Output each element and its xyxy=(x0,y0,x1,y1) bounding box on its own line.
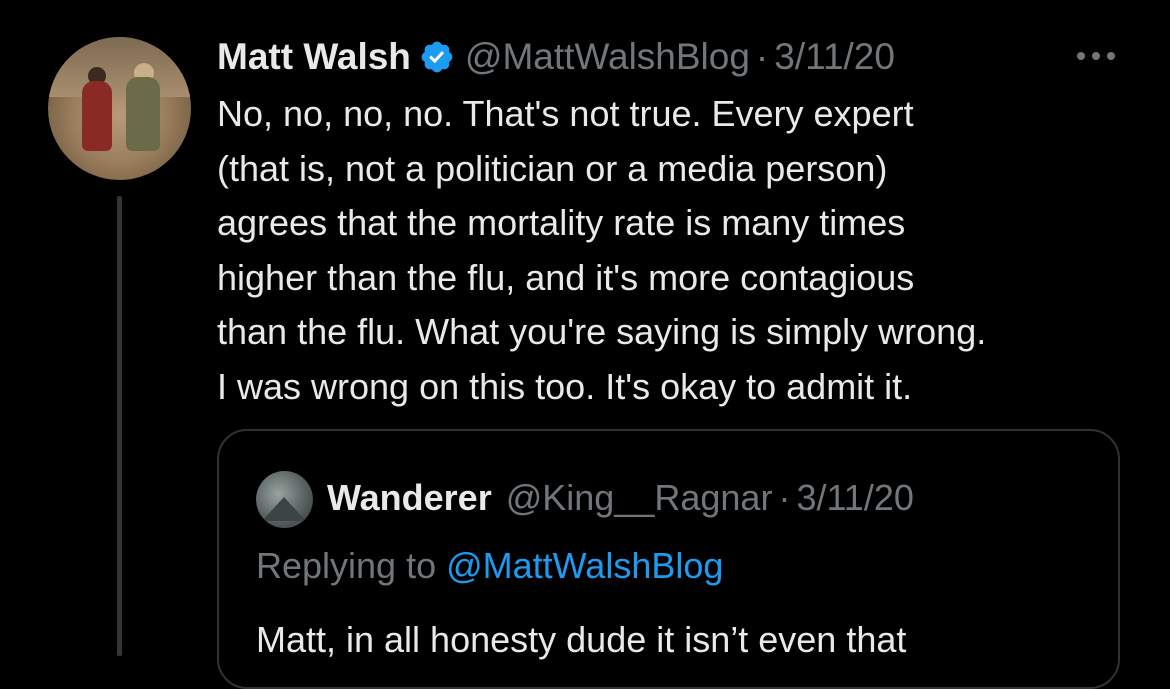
tweet-date[interactable]: 3/11/20 xyxy=(774,36,895,78)
author-avatar[interactable] xyxy=(48,37,191,180)
quoted-tweet-header: Wanderer @King__Ragnar · 3/11/20 xyxy=(327,473,914,523)
quoted-tweet-card[interactable]: Wanderer @King__Ragnar · 3/11/20 Replyin… xyxy=(217,429,1120,689)
quoted-header-separator: · xyxy=(778,477,791,518)
quoted-author-avatar[interactable] xyxy=(256,471,313,528)
header-separator: · xyxy=(755,36,769,77)
quoted-author-handle[interactable]: @King__Ragnar xyxy=(506,477,773,519)
thread-connector-line xyxy=(117,196,122,656)
avatar-figure xyxy=(82,81,112,151)
quoted-tweet-date[interactable]: 3/11/20 xyxy=(796,477,913,519)
tweet-text: No, no, no, no. That's not true. Every e… xyxy=(217,93,987,407)
tweet[interactable]: Matt Walsh @MattWalshBlog · 3/11/20 No, … xyxy=(0,0,1170,689)
tweet-header: Matt Walsh @MattWalshBlog · 3/11/20 xyxy=(217,32,895,82)
quoted-author-name[interactable]: Wanderer xyxy=(327,477,492,519)
avatar-figure xyxy=(126,77,160,151)
replying-to-mention[interactable]: @MattWalshBlog xyxy=(446,545,723,586)
more-horizontal-icon[interactable] xyxy=(1073,44,1119,68)
author-handle[interactable]: @MattWalshBlog xyxy=(465,36,750,78)
replying-to: Replying to @MattWalshBlog xyxy=(256,545,723,587)
avatar-mountain xyxy=(262,497,306,521)
verified-badge-icon xyxy=(421,41,453,73)
author-name[interactable]: Matt Walsh xyxy=(217,36,411,78)
replying-to-label: Replying to xyxy=(256,545,437,586)
quoted-tweet-text: Matt, in all honesty dude it isn’t even … xyxy=(256,619,907,660)
avatar-background xyxy=(48,37,191,97)
